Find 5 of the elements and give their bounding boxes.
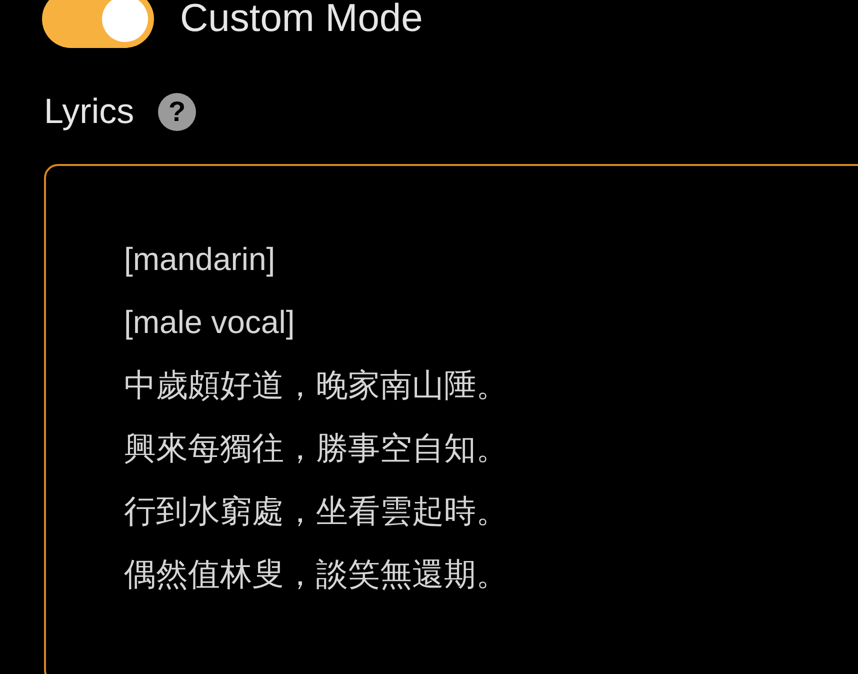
custom-mode-label: Custom Mode [180, 0, 423, 41]
lyrics-label: Lyrics [44, 92, 134, 132]
help-icon[interactable]: ? [158, 93, 196, 131]
toggle-switch[interactable] [42, 0, 154, 48]
lyrics-field[interactable]: [mandarin] [male vocal] 中歲頗好道，晚家南山陲。 興來每獨往，勝事空自知。 行到水窮處，坐看雲起時。 偶然值林叟，談笑無還期。 [44, 164, 858, 674]
